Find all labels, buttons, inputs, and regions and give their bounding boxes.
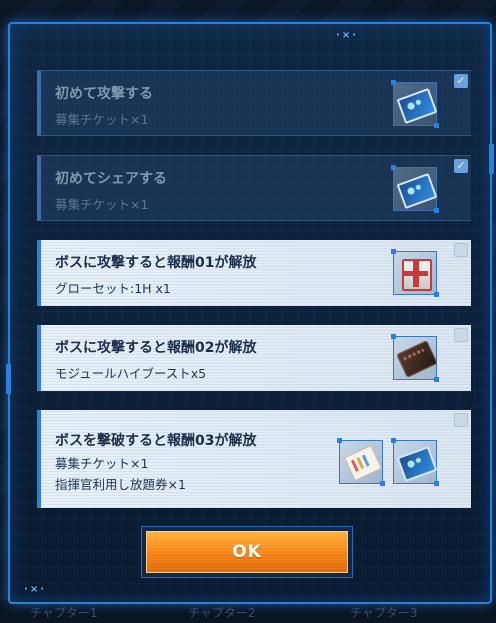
mission-reward: 募集チケット×1 <box>55 456 149 471</box>
recruit-ticket-icon <box>396 172 438 210</box>
mission-row-4: ボスに攻撃すると報酬02が解放 モジュールハイブーストx5 <box>37 325 471 391</box>
corner-decoration-bottom: ·×· <box>24 584 47 595</box>
mission-row-5: ボスを撃破すると報酬03が解放 募集チケット×1 指揮官利用し放題券×1 <box>37 410 471 508</box>
mission-title: 初めて攻撃する <box>55 86 153 102</box>
ok-button[interactable]: OK <box>146 531 348 573</box>
checkbox-incomplete <box>454 243 468 257</box>
checkbox-completed: ✓ <box>454 74 468 88</box>
mission-row-3: ボスに攻撃すると報酬01が解放 グローセット:1H x1 <box>37 240 471 306</box>
reward-item-commander-pass[interactable] <box>337 438 385 486</box>
corner-decoration-top: ·×· <box>336 30 359 41</box>
mission-title: ボスに攻撃すると報酬02が解放 <box>55 340 257 356</box>
left-edge-notch <box>6 364 11 394</box>
ok-button-frame: OK <box>141 526 353 578</box>
mission-row-2: 初めてシェアする 募集チケット×1 ✓ <box>37 155 471 221</box>
checkbox-incomplete <box>454 328 468 342</box>
mission-reward: 募集チケット×1 <box>55 197 149 212</box>
mission-reward: 指揮官利用し放題券×1 <box>55 477 186 492</box>
checkbox-incomplete <box>454 413 468 427</box>
recruit-ticket-icon <box>396 445 438 483</box>
reward-item-recruit-ticket[interactable] <box>391 80 439 128</box>
module-icon <box>396 340 438 378</box>
mission-title: 初めてシェアする <box>55 171 167 187</box>
pass-icon <box>343 444 383 482</box>
reward-item-recruit-ticket[interactable] <box>391 165 439 213</box>
mission-reward: グローセット:1H x1 <box>55 281 171 296</box>
right-edge-notch <box>489 144 494 174</box>
recruit-ticket-icon <box>396 87 438 125</box>
tab-chapter-3[interactable]: チャプター3 <box>350 604 418 621</box>
checkbox-completed: ✓ <box>454 159 468 173</box>
reward-item-glow-set[interactable] <box>391 249 439 297</box>
mission-dialog: ·×· ·×· 初めて攻撃する 募集チケット×1 ✓ 初めてシェアする 募集チケ… <box>6 22 494 604</box>
reward-item-module-high-boost[interactable] <box>391 334 439 382</box>
mission-title: ボスに攻撃すると報酬01が解放 <box>55 255 257 271</box>
mission-title: ボスを撃破すると報酬03が解放 <box>55 433 257 449</box>
tab-chapter-1[interactable]: チャプター1 <box>30 604 98 621</box>
reward-item-recruit-ticket[interactable] <box>391 438 439 486</box>
crate-icon <box>402 259 432 291</box>
mission-reward: 募集チケット×1 <box>55 112 149 127</box>
tab-chapter-2[interactable]: チャプター2 <box>188 604 256 621</box>
mission-reward: モジュールハイブーストx5 <box>55 366 207 381</box>
mission-row-1: 初めて攻撃する 募集チケット×1 ✓ <box>37 70 471 136</box>
